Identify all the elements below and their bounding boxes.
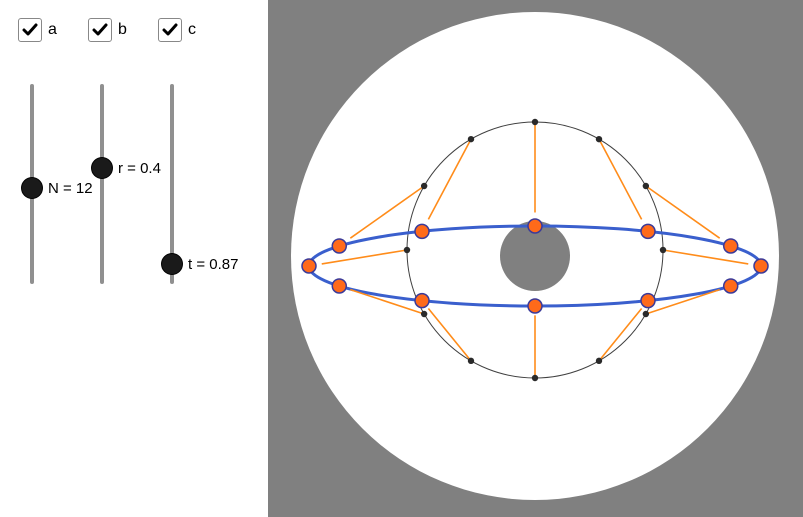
checkbox-a-row: a	[18, 18, 57, 42]
checkbox-b-label: b	[118, 21, 127, 39]
check-icon	[92, 22, 108, 38]
slider-N-label: N = 12	[48, 180, 93, 197]
check-icon	[162, 22, 178, 38]
slider-r-track	[100, 84, 104, 284]
checkbox-b[interactable]	[88, 18, 112, 42]
checkbox-c-label: c	[188, 21, 196, 39]
checkbox-c[interactable]	[158, 18, 182, 42]
slider-r-thumb[interactable]	[92, 158, 112, 178]
checkbox-a-label: a	[48, 21, 57, 39]
checkbox-c-row: c	[158, 18, 196, 42]
slider-t-label: t = 0.87	[188, 256, 238, 273]
slider-r[interactable]	[88, 84, 116, 284]
slider-N-thumb[interactable]	[22, 178, 42, 198]
slider-t[interactable]	[158, 84, 186, 284]
slider-t-thumb[interactable]	[162, 254, 182, 274]
geometry-svg	[268, 0, 803, 517]
slider-N[interactable]	[18, 84, 46, 284]
control-panel: a b c N = 12 r = 0.4 t = 0.87	[0, 0, 268, 517]
graphics-stage[interactable]	[268, 0, 803, 517]
slider-r-label: r = 0.4	[118, 160, 161, 177]
checkbox-b-row: b	[88, 18, 127, 42]
check-icon	[22, 22, 38, 38]
checkbox-a[interactable]	[18, 18, 42, 42]
